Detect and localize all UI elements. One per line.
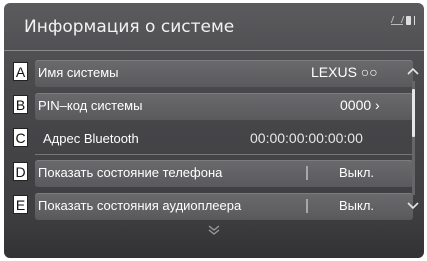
- chevron-down-icon[interactable]: [406, 200, 420, 210]
- phone-icon: [406, 15, 411, 25]
- toggle-value: Выкл.: [339, 198, 375, 213]
- callout-b: B: [13, 95, 28, 114]
- row-pin-code[interactable]: PIN–код системы 0000 ›: [35, 93, 413, 120]
- chevron-double-down-icon: [208, 225, 220, 235]
- row-label: Адрес Bluetooth: [43, 131, 139, 146]
- row-label: Показать состояния аудиоплеера: [38, 198, 242, 213]
- status-icons: [391, 15, 418, 25]
- row-value: 00:00:00:00:00:00: [250, 130, 363, 146]
- callout-e: E: [13, 195, 28, 214]
- row-value: LEXUS ○○: [311, 64, 378, 80]
- bottom-area: [4, 213, 424, 258]
- row-system-name[interactable]: Имя системы LEXUS ○○: [35, 60, 413, 87]
- callout-a: A: [13, 62, 28, 81]
- page-title: Информация о системе: [24, 17, 235, 37]
- header-divider: [4, 50, 424, 51]
- row-divider: [35, 154, 413, 155]
- row-value: 0000 ›: [340, 97, 380, 113]
- row-label: PIN–код системы: [38, 98, 143, 113]
- callout-c: C: [13, 128, 28, 147]
- row-bluetooth-address: Адрес Bluetooth 00:00:00:00:00:00: [35, 126, 413, 153]
- scrollbar-thumb[interactable]: [412, 89, 415, 137]
- chevron-up-icon[interactable]: [406, 66, 420, 76]
- row-label: Имя системы: [38, 65, 119, 80]
- screen: Информация о системе Имя системы LEXUS ○…: [4, 3, 424, 258]
- toggle-indicator: [306, 199, 308, 213]
- row-show-phone-status[interactable]: Показать состояние телефона Выкл.: [35, 160, 413, 187]
- toggle-value: Выкл.: [339, 165, 375, 180]
- callout-d: D: [13, 162, 28, 181]
- signal-off-icon: [391, 15, 403, 25]
- toggle-indicator: [306, 166, 308, 180]
- row-label: Показать состояние телефона: [38, 165, 223, 180]
- bluetooth-icon: [414, 15, 418, 25]
